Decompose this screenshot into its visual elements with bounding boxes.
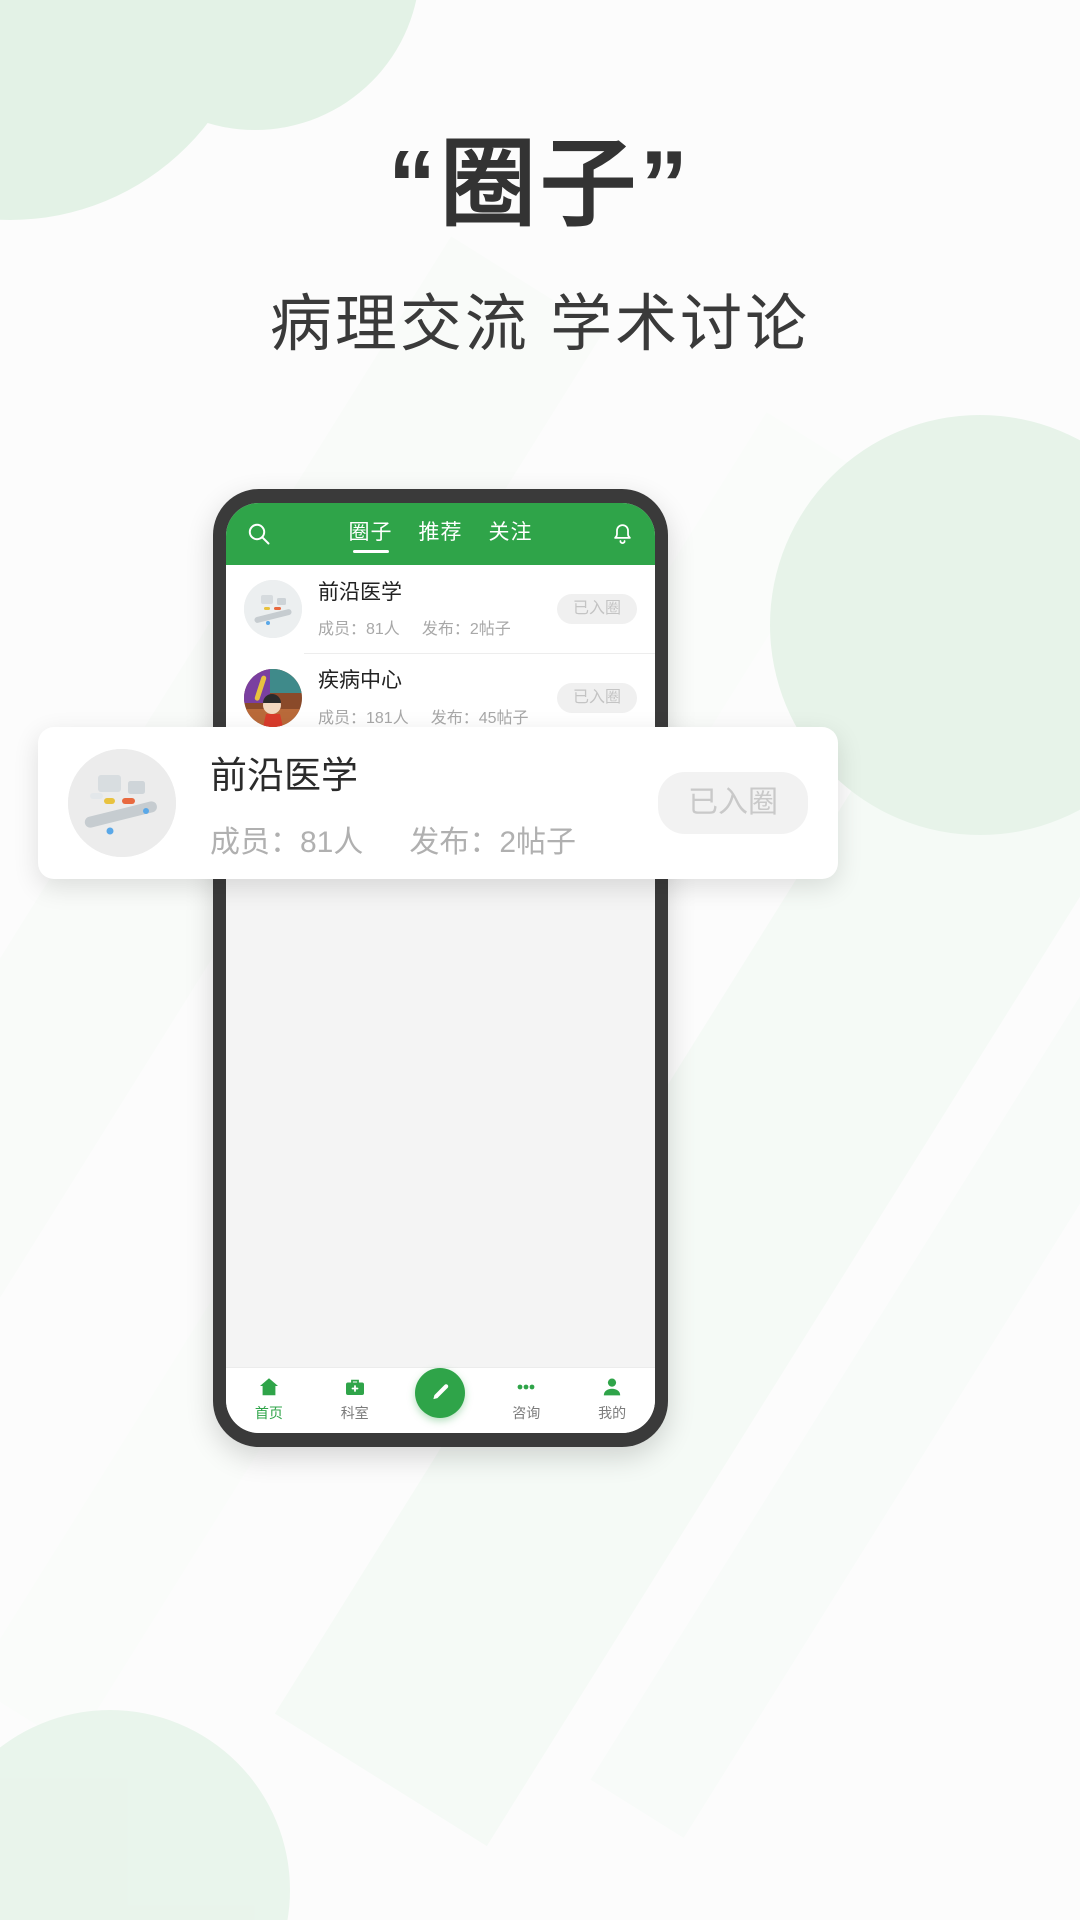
- tab-following[interactable]: 关注: [489, 516, 533, 553]
- highlight-card-text: 前沿医学 成员：81人 发布：2帖子: [210, 745, 658, 861]
- phone-mockup: 圈子 推荐 关注 前沿医学 成员：81人 发布：2帖子 已入圈 疾病中心 成员：…: [213, 489, 668, 1447]
- tab-consult-label: 咨询: [512, 1405, 541, 1421]
- circle-meta: 成员：81人 发布：2帖子: [210, 817, 658, 861]
- list-item-text: 前沿医学 成员：81人 发布：2帖子: [318, 579, 557, 639]
- tab-compose[interactable]: [398, 1368, 484, 1418]
- navbar-tabs: 圈子 推荐 关注: [226, 516, 655, 553]
- post-count: 发布：45帖子: [430, 709, 529, 727]
- tab-departments-label: 科室: [340, 1405, 369, 1421]
- list-item-text: 疾病中心 成员：181人 发布：45帖子: [318, 667, 557, 727]
- tab-home[interactable]: 首页: [226, 1374, 312, 1423]
- highlight-card: 前沿医学 成员：81人 发布：2帖子 已入圈: [38, 727, 838, 879]
- home-icon: [257, 1374, 281, 1400]
- member-count: 成员：81人: [210, 826, 364, 859]
- tab-circles[interactable]: 圈子: [349, 516, 393, 553]
- tab-profile[interactable]: 我的: [569, 1374, 655, 1423]
- tab-recommend[interactable]: 推荐: [419, 516, 463, 553]
- circle-name: 疾病中心: [318, 669, 402, 693]
- joined-button[interactable]: 已入圈: [658, 772, 808, 834]
- hero-headings: “圈子” 病理交流 学术讨论: [0, 128, 1080, 363]
- member-count: 成员：181人: [318, 709, 409, 727]
- circle-name: 前沿医学: [318, 581, 402, 604]
- tab-departments[interactable]: 科室: [312, 1374, 398, 1423]
- joined-button[interactable]: 已入圈: [556, 594, 637, 625]
- page-title: “圈子”: [388, 131, 692, 238]
- bottom-tabbar: 首页 科室 咨询 我的: [226, 1367, 655, 1433]
- circle-meta: 成员：81人 发布：2帖子: [318, 615, 557, 639]
- avatar: [68, 749, 176, 857]
- promo-screenshot: “圈子” 病理交流 学术讨论 圈子 推荐 关注 前沿医学 成员：81人 发布：2…: [0, 0, 1080, 1920]
- post-count: 发布：2帖子: [421, 621, 511, 639]
- circle-list: 前沿医学 成员：81人 发布：2帖子 已入圈 疾病中心 成员：181人 发布：4…: [226, 565, 655, 742]
- person-icon: [600, 1374, 624, 1400]
- tab-profile-label: 我的: [598, 1405, 627, 1421]
- post-count: 发布：2帖子: [409, 826, 577, 859]
- dots-chat-icon: [513, 1374, 539, 1400]
- joined-button[interactable]: 已入圈: [556, 682, 637, 713]
- app-navbar: 圈子 推荐 关注: [226, 503, 655, 565]
- page-subtitle: 病理交流 学术讨论: [269, 290, 811, 360]
- search-icon[interactable]: [242, 517, 276, 551]
- circle-meta: 成员：181人 发布：45帖子: [318, 704, 557, 728]
- list-item[interactable]: 前沿医学 成员：81人 发布：2帖子 已入圈: [226, 565, 655, 653]
- tab-home-label: 首页: [254, 1405, 283, 1421]
- pencil-compose-icon[interactable]: [415, 1368, 466, 1418]
- circle-name: 前沿医学: [210, 755, 358, 796]
- tab-consult[interactable]: 咨询: [483, 1374, 569, 1423]
- briefcase-plus-icon: [343, 1374, 367, 1400]
- avatar: [244, 668, 302, 727]
- bell-icon[interactable]: [605, 517, 639, 551]
- member-count: 成员：81人: [318, 621, 400, 639]
- phone-screen: 圈子 推荐 关注 前沿医学 成员：81人 发布：2帖子 已入圈 疾病中心 成员：…: [226, 503, 655, 1433]
- avatar: [244, 580, 302, 639]
